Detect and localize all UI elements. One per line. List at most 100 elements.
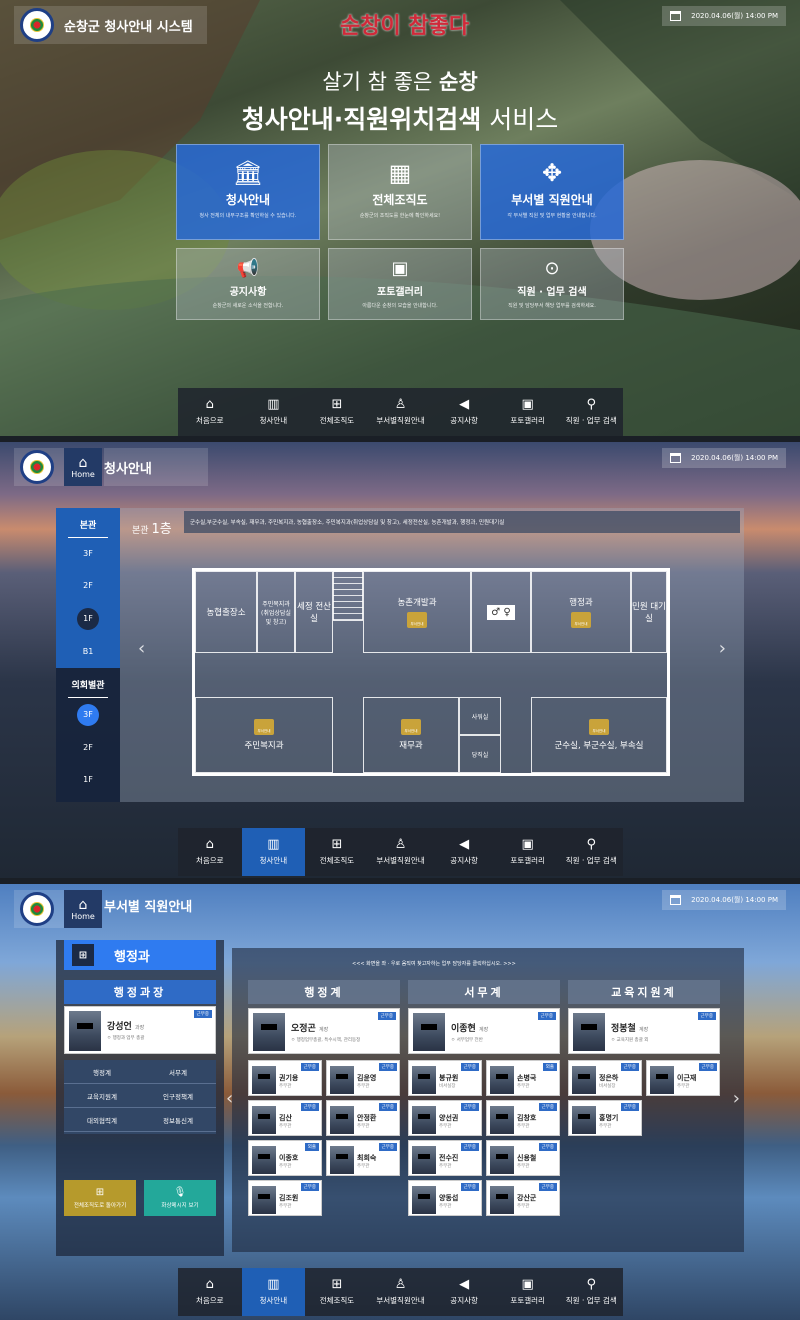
staff-card[interactable]: 근무중 전수진 주무관 (408, 1140, 482, 1176)
team-link[interactable]: 행정계 (64, 1060, 140, 1084)
team-link[interactable]: 정보통신계 (140, 1108, 216, 1132)
dept-badge[interactable]: 부서안내 (401, 719, 421, 735)
team-lead-card[interactable]: 근무중 오정곤 계장 ㅇ 행정업무총괄, 특수시책, 관리동정 (248, 1008, 400, 1054)
team-lead-card[interactable]: 근무중 정봉철 계장 ㅇ 교육지원 총괄 외 (568, 1008, 720, 1054)
nav-building[interactable]: ▥ 청사안내 (241, 1268, 306, 1316)
restroom: ♂ ♀ (471, 571, 531, 653)
prev-arrow-icon[interactable]: ‹ (138, 638, 145, 659)
tile-notice[interactable]: 📢 공지사항 순창군의 새로운 소식을 전합니다. (176, 248, 320, 320)
room-nonghyup[interactable]: 농협출장소 (195, 571, 257, 653)
floor-annex-1f[interactable]: 1F (56, 764, 120, 796)
tile-building-guide[interactable]: 🏛 청사안내 청사 전체의 내부구조를 확인하실 수 있습니다. (176, 144, 320, 240)
nav-org-chart[interactable]: ⊞ 전체조직도 (305, 388, 369, 436)
staff-card[interactable]: 근무중 최희숙 주무관 (326, 1140, 400, 1176)
nav-notice[interactable]: ◀ 공지사항 (432, 1268, 496, 1316)
date-display: 2020.04.06(월) 14:00 PM (662, 448, 786, 468)
tile-search[interactable]: ⊙ 직원 · 업무 검색 직원 및 담당부서 해당 업무를 검색하세요. (480, 248, 624, 320)
staff-card[interactable]: 근무중 강산군 주무관 (486, 1180, 560, 1216)
dept-badge[interactable]: 부서안내 (407, 612, 427, 628)
tile-org-chart[interactable]: ▦ 전체조직도 순창군의 조직도를 한눈에 확인하세요! (328, 144, 472, 240)
home-button[interactable]: ⌂ Home (64, 448, 102, 486)
dept-badge[interactable]: 부서안내 (254, 719, 274, 735)
nav-org-chart[interactable]: ⊞ 전체조직도 (305, 1268, 369, 1316)
head-card[interactable]: 근무중 강성언 과장 ㅇ 행정과 업무 총괄 (64, 1006, 216, 1054)
floor-main-3f[interactable]: 3F (56, 538, 120, 570)
building-icon: 🏛 (232, 159, 264, 187)
floor-main-b1[interactable]: B1 (56, 636, 120, 668)
staff-card[interactable]: 근무중 김산 주무관 (248, 1100, 322, 1136)
back-to-org-button[interactable]: ⊞ 전체조직도로 돌아가기 (64, 1180, 136, 1216)
staff-name: 정은하 (599, 1074, 619, 1082)
floor-title: 본관 1층 (132, 522, 172, 537)
team-lead-card[interactable]: 근무중 이종현 계장 ㅇ 서무업무 전반 (408, 1008, 560, 1054)
tile-gallery[interactable]: ▣ 포토갤러리 아름다운 순창의 모습을 안내합니다. (328, 248, 472, 320)
room-tax-it[interactable]: 세정 전산실 (295, 571, 333, 653)
room-welfare[interactable]: 부서안내 주민복지과 (195, 697, 333, 773)
nav-dept-staff[interactable]: ♙ 부서별직원안내 (369, 828, 433, 876)
team-link[interactable]: 서무계 (140, 1060, 216, 1084)
room-mayor[interactable]: 부서안내 군수실, 부군수실, 부속실 (531, 697, 667, 773)
staff-card[interactable]: 근무중 권기용 주무관 (248, 1060, 322, 1096)
nav-home[interactable]: ⌂ 처음으로 (178, 828, 242, 876)
staff-card[interactable]: 근무중 정은하비서실장 (568, 1060, 642, 1096)
nav-search[interactable]: ⚲ 직원 · 업무 검색 (559, 828, 623, 876)
nav-gallery[interactable]: ▣ 포토갤러리 (496, 388, 560, 436)
floor-main-2f[interactable]: 2F (56, 570, 120, 602)
status-badge: 근무중 (620, 1103, 639, 1111)
team-link[interactable]: 인구정책계 (140, 1084, 216, 1108)
nav-building[interactable]: ▥ 청사안내 (242, 388, 306, 436)
floor-main-1f[interactable]: 1F (77, 608, 99, 630)
staff-card[interactable]: 근무중 김윤영 주무관 (326, 1060, 400, 1096)
nav-home[interactable]: ⌂ 처음으로 (178, 1268, 242, 1316)
room-welfare-storage[interactable]: 주민복지과 (취업상담실 및 창고) (257, 571, 295, 653)
county-logo (20, 892, 54, 926)
room-civil-wait[interactable]: 민원 대기실 (631, 571, 667, 653)
staff-card[interactable]: 근무중 양동섭 주무관 (408, 1180, 482, 1216)
staff-rank: 비서실장 (599, 1084, 616, 1089)
floor-annex-2f[interactable]: 2F (56, 732, 120, 764)
status-badge: 근무중 (620, 1063, 639, 1071)
staff-rank: 비서실장 (439, 1084, 456, 1089)
calendar-icon (670, 453, 682, 463)
staff-photo (650, 1066, 674, 1094)
nav-search[interactable]: ⚲ 직원 · 업무 검색 (559, 1268, 623, 1316)
staff-card[interactable]: 외출 손병국 주무관 (486, 1060, 560, 1096)
staff-card[interactable]: 근무중 김창호 주무관 (486, 1100, 560, 1136)
staff-card[interactable]: 근무중 홍명기 주무관 (568, 1100, 642, 1136)
staff-card[interactable]: 근무중 이근재 주무관 (646, 1060, 720, 1096)
team-link[interactable]: 대외협력계 (64, 1108, 140, 1132)
staff-card[interactable]: 근무중 신용철 주무관 (486, 1140, 560, 1176)
nav-dept-staff[interactable]: ♙ 부서별직원안내 (369, 1268, 433, 1316)
nav-org-chart[interactable]: ⊞ 전체조직도 (305, 828, 369, 876)
nav-building[interactable]: ▥ 청사안내 (241, 828, 306, 876)
staff-card[interactable]: 근무중 양선권 주무관 (408, 1100, 482, 1136)
staff-rank: 주무관 (357, 1084, 370, 1089)
room-admin[interactable]: 행정과 부서안내 (531, 571, 631, 653)
nav-home[interactable]: ⌂ 처음으로 (178, 388, 242, 436)
next-arrow-icon[interactable]: › (733, 1088, 740, 1109)
nav-gallery[interactable]: ▣ 포토갤러리 (496, 1268, 560, 1316)
team-link[interactable]: 교육지원계 (64, 1084, 140, 1108)
nav-notice[interactable]: ◀ 공지사항 (432, 828, 496, 876)
photo-icon: ▣ (521, 397, 534, 412)
staff-card[interactable]: 근무중 봉규원 비서실장 (408, 1060, 482, 1096)
nav-notice[interactable]: ◀ 공지사항 (432, 388, 496, 436)
tile-dept-staff[interactable]: ✥ 부서별 직원안내 각 부서별 직원 및 업무 현황을 안내합니다. (480, 144, 624, 240)
nav-search[interactable]: ⚲ 직원 · 업무 검색 (559, 388, 623, 436)
room-rural-dev[interactable]: 농촌개발과 부서안내 (363, 571, 471, 653)
room-finance[interactable]: 부서안내 재무과 (363, 697, 459, 773)
video-message-button[interactable]: 🎙 화상메시지 보기 (144, 1180, 216, 1216)
floor-description: 군수실,부군수실, 부속실, 재무과, 주민복지과, 농협출장소, 주민복지과(… (184, 511, 740, 533)
dept-badge[interactable]: 부서안내 (571, 612, 591, 628)
staff-card[interactable]: 근무중 김조원 주무관 (248, 1180, 322, 1216)
microphone-icon: 🎙 (173, 1186, 187, 1198)
nav-dept-staff[interactable]: ♙ 부서별직원안내 (369, 388, 433, 436)
dept-badge[interactable]: 부서안내 (589, 719, 609, 735)
home-button[interactable]: ⌂ Home (64, 890, 102, 928)
nav-gallery[interactable]: ▣ 포토갤러리 (496, 828, 560, 876)
next-arrow-icon[interactable]: › (719, 638, 726, 659)
staff-card[interactable]: 근무중 안정환 주무관 (326, 1100, 400, 1136)
prev-arrow-icon[interactable]: ‹ (226, 1088, 233, 1109)
staff-card[interactable]: 외출 이종호 주무관 (248, 1140, 322, 1176)
floor-annex-3f[interactable]: 3F (77, 704, 99, 726)
